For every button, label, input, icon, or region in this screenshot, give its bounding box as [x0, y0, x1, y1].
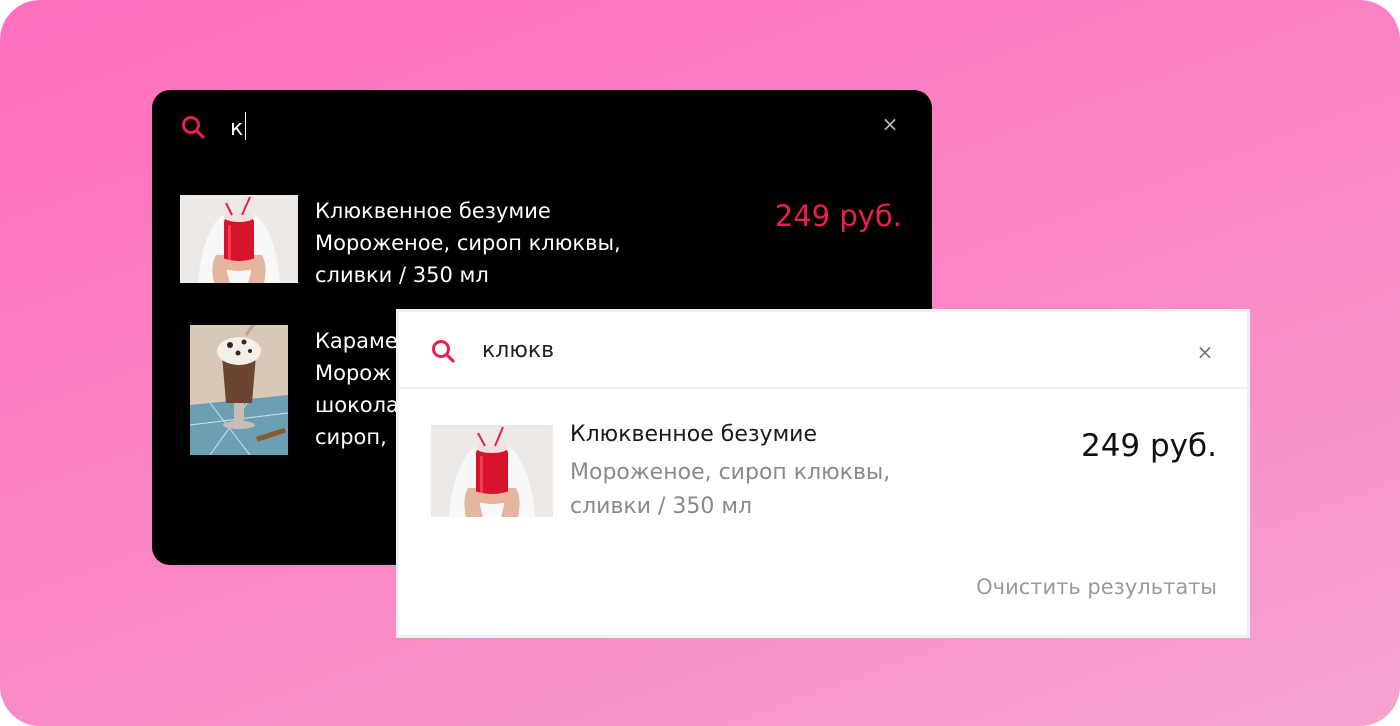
result-description: Мороженое, сироп клюквы, сливки / 350 мл: [570, 456, 930, 524]
divider: [399, 387, 1247, 389]
result-title: Клюквенное безумие: [315, 199, 551, 223]
text-cursor: [245, 112, 247, 140]
drink-thumbnail[interactable]: [431, 425, 553, 517]
close-icon[interactable]: ×: [880, 114, 900, 134]
background-stage: к × Клюквенное безумие Мороженое, сироп …: [0, 0, 1400, 726]
result-description: сливки / 350 мл: [315, 263, 489, 287]
result-price: 249 руб.: [1080, 428, 1217, 464]
dark-search-input[interactable]: к: [230, 112, 247, 141]
close-icon[interactable]: ×: [1195, 342, 1215, 362]
drink-thumbnail: [190, 325, 288, 455]
light-search-input[interactable]: клюкв: [482, 338, 554, 363]
dark-result-item[interactable]: Клюквенное безумие Мороженое, сироп клюк…: [180, 195, 920, 295]
result-description: Мороженое, сироп клюквы,: [315, 231, 621, 255]
search-icon: [432, 340, 455, 363]
result-text: Клюквенное безумие Мороженое, сироп клюк…: [315, 195, 695, 291]
result-title[interactable]: Клюквенное безумие: [570, 422, 817, 447]
drink-thumbnail: [180, 195, 298, 283]
clear-results-link[interactable]: Очистить результаты: [919, 575, 1217, 599]
result-price: 249 руб.: [774, 199, 902, 233]
result-description-line: Мороженое, сироп клюквы,: [570, 460, 891, 485]
search-icon: [182, 116, 205, 139]
light-search-widget: клюкв × Клюквенное безумие Мороженое, си…: [396, 309, 1250, 638]
result-description-line: сливки / 350 мл: [570, 494, 753, 519]
